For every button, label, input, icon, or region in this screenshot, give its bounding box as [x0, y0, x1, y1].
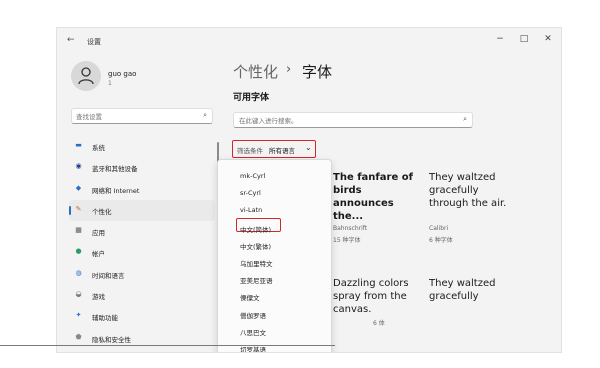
monitor-icon: ▬ [75, 141, 82, 149]
sidebar-item[interactable]: ▬ 系统 [69, 136, 215, 157]
sidebar-item[interactable]: ◍ 时间和语言 [69, 264, 215, 285]
shield-icon: ⬟ [75, 332, 82, 341]
maximize-icon[interactable]: □ [518, 34, 530, 44]
font-card-sample[interactable]: They waltzed gracefully through the air. [429, 171, 517, 210]
search-icon: ⌕ [463, 115, 467, 123]
language-dropdown-list: mk-Cyrl sr-Cyrl vi-Latn 中文(简体) 中文(繁体) 乌加里特文亚美… [217, 159, 332, 352]
font-card-count: 15 种字体 [333, 237, 361, 244]
dropdown-option[interactable]: 亚美尼亚语 [240, 275, 273, 285]
sidebar-item[interactable]: ✎ 个性化 [69, 199, 215, 222]
sidebar-item[interactable]: ◆ 网络和 Internet [69, 179, 215, 200]
font-card-name: Calibri [429, 225, 449, 232]
settings-search-input[interactable] [76, 111, 194, 122]
apps-icon: ▦ [75, 226, 82, 235]
sidebar-item-label: 辅助功能 [92, 314, 118, 323]
font-search-input[interactable] [239, 115, 454, 126]
avatar[interactable] [71, 61, 101, 91]
breadcrumb-separator: › [286, 62, 292, 77]
bluetooth-icon: ◉ [75, 162, 82, 171]
selection-indicator [69, 205, 71, 215]
font-card-count: 6 种字体 [429, 237, 453, 244]
brush-icon: ✎ [75, 204, 82, 213]
globe-clock-icon: ◍ [75, 268, 82, 277]
dropdown-option[interactable]: 中文(简体) [240, 224, 271, 234]
font-card-sample[interactable]: The fanfare of birds announces the... [333, 171, 419, 223]
search-icon: ⌕ [203, 111, 207, 119]
font-card-sample[interactable]: They waltzed gracefully [429, 277, 517, 303]
font-card-sample[interactable]: Dazzling colors spray from the canvas. [333, 277, 421, 316]
section-title: 可用字体 [233, 93, 270, 103]
sidebar-item[interactable]: ▦ 应用 [69, 221, 215, 242]
page-edge-line [0, 345, 335, 346]
filter-label: 筛选条件 [237, 147, 263, 155]
dropdown-option[interactable]: 八思巴文 [240, 327, 266, 337]
sidebar-item-label: 游戏 [92, 293, 105, 302]
dropdown-option[interactable]: 僧伽罗语 [240, 310, 266, 320]
font-card-count: 6 体 [373, 320, 385, 327]
dropdown-option[interactable]: 乌加里特文 [240, 258, 273, 268]
sidebar-item[interactable]: ◒ 游戏 [69, 285, 215, 306]
app-title: 设置 [87, 38, 101, 46]
breadcrumb-parent[interactable]: 个性化 [233, 61, 278, 82]
settings-search-box[interactable]: ⌕ [71, 108, 213, 124]
sidebar-item-label: 隐私和安全性 [92, 335, 131, 344]
sidebar-item-label: 应用 [92, 229, 105, 238]
title-bar: ← 设置 − □ ✕ [57, 28, 561, 54]
dropdown-option[interactable]: vi-Latn [240, 206, 262, 214]
font-card-name: Bahnschrift [333, 225, 368, 232]
back-arrow-icon[interactable]: ← [67, 35, 75, 45]
dropdown-option[interactable]: 傈僳文 [240, 292, 260, 302]
sidebar-item-label: 系统 [92, 144, 105, 152]
person-icon: ● [75, 247, 82, 256]
sidebar-item-label: 时间和语言 [92, 271, 125, 280]
sidebar-item[interactable]: ● 帐户 [69, 242, 215, 263]
user-name: guo gao [108, 70, 137, 78]
dropdown-option[interactable]: sr-Cyrl [240, 189, 261, 197]
close-icon[interactable]: ✕ [542, 34, 554, 44]
language-filter-dropdown[interactable]: 筛选条件 所有语言 ⌄ [232, 140, 316, 158]
accessibility-icon: ✦ [75, 311, 82, 320]
font-search-box[interactable]: ⌕ [233, 112, 473, 128]
sidebar-item-label: 帐户 [92, 250, 105, 259]
dropdown-option[interactable]: 中文(繁体) [240, 241, 271, 251]
chevron-down-icon: ⌄ [305, 143, 312, 152]
wifi-icon: ◆ [75, 183, 82, 192]
filter-value: 所有语言 [269, 147, 295, 155]
sidebar-item[interactable]: ◉ 蓝牙和其他设备 [69, 157, 215, 178]
sidebar-item-label: 个性化 [92, 207, 112, 216]
settings-window: ← 设置 − □ ✕ guo gao 1 ⌕ ▬ 系统 ◉ 蓝牙和其他设备 ◆ 网络和 I… [56, 27, 562, 353]
minimize-icon[interactable]: − [494, 34, 506, 44]
sidebar-item[interactable]: ✦ 辅助功能 [69, 306, 215, 327]
sidebar-item-label: 网络和 Internet [92, 186, 140, 195]
user-subtitle: 1 [108, 80, 112, 87]
sidebar-item-label: 蓝牙和其他设备 [92, 165, 138, 174]
dropdown-option[interactable]: mk-Cyrl [240, 172, 265, 180]
page-title: 字体 [302, 63, 333, 81]
person-icon [78, 67, 94, 85]
sidebar-nav: ▬ 系统 ◉ 蓝牙和其他设备 ◆ 网络和 Internet ✎ 个性化 ▦ 应用 ● 帐户 ◍ 时间和语言… [69, 136, 215, 349]
gamepad-icon: ◒ [75, 290, 82, 299]
